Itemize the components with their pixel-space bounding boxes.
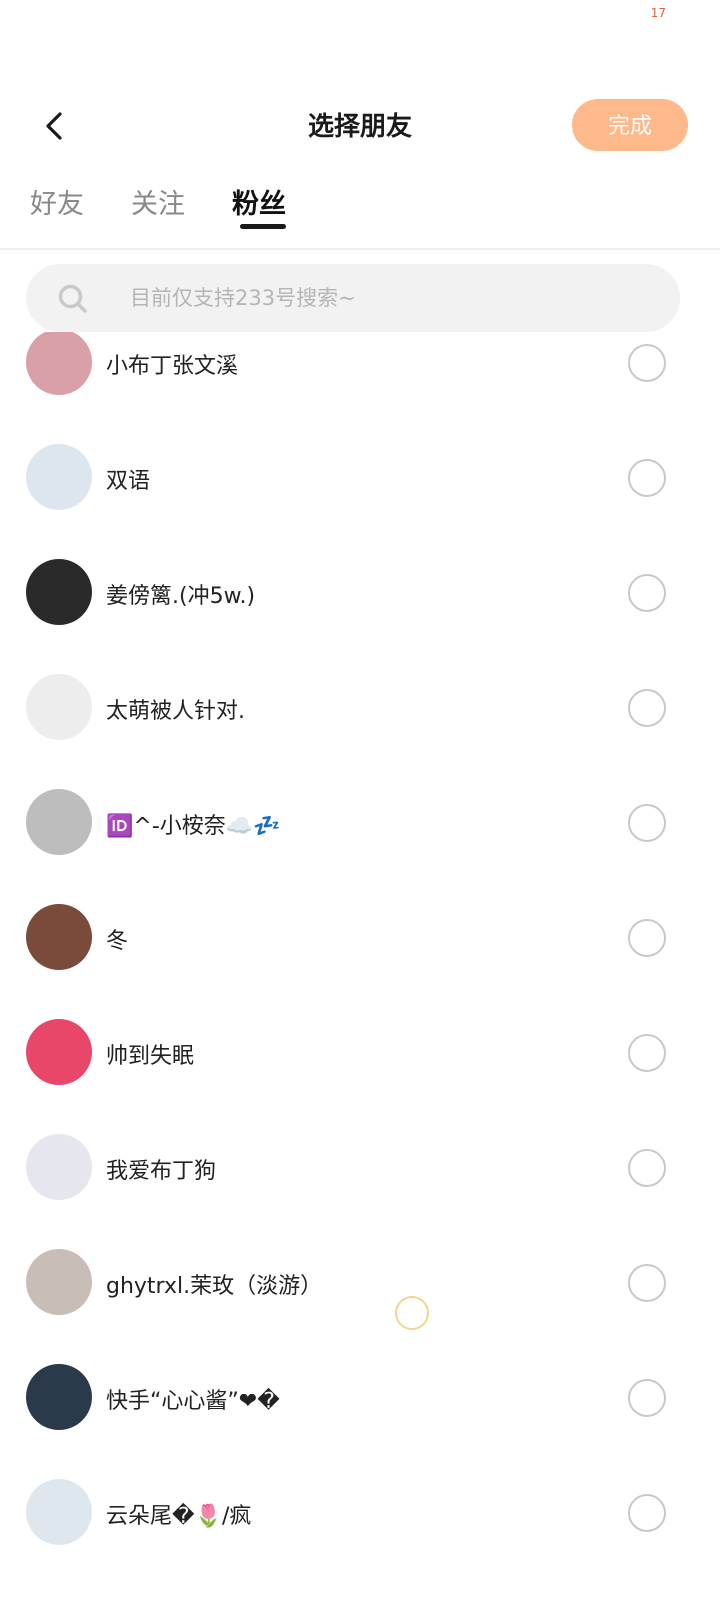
- select-radio-button[interactable]: [628, 804, 666, 842]
- avatar[interactable]: [26, 332, 92, 395]
- avatar[interactable]: [26, 1249, 92, 1315]
- avatar[interactable]: [26, 789, 92, 855]
- list-item[interactable]: 太萌被人针对.: [0, 649, 720, 764]
- select-radio-button[interactable]: [628, 1379, 666, 1417]
- avatar[interactable]: [26, 444, 92, 510]
- status-time: 17: [650, 6, 666, 20]
- list-item[interactable]: 小布丁张文溪: [0, 332, 720, 419]
- tab-friends[interactable]: 好友: [30, 182, 84, 221]
- select-radio-button[interactable]: [628, 689, 666, 727]
- select-radio-button[interactable]: [628, 1264, 666, 1302]
- list-item[interactable]: 双语: [0, 419, 720, 534]
- select-radio-button[interactable]: [628, 919, 666, 957]
- friend-name: 云朵尾�🌷/疯: [106, 1504, 252, 1529]
- select-radio-button[interactable]: [628, 1494, 666, 1532]
- avatar[interactable]: [26, 674, 92, 740]
- list-item[interactable]: ghytrxl.茉玫（淡游）: [0, 1224, 720, 1339]
- friend-name: 姜傍篱.(冲5w.): [106, 584, 256, 609]
- friend-name: 小布丁张文溪: [106, 354, 239, 379]
- friend-list-content: 小布丁张文溪 双语 姜傍篱.(冲5w.) 太萌被人针对. 🆔^-小桉奈☁️💤 冬…: [0, 332, 720, 1569]
- tab-fans[interactable]: 粉丝: [232, 182, 286, 221]
- friend-name: ghytrxl.茉玫（淡游）: [106, 1274, 323, 1299]
- select-radio-button[interactable]: [628, 1034, 666, 1072]
- select-radio-button[interactable]: [628, 459, 666, 497]
- list-item[interactable]: 帅到失眠: [0, 994, 720, 1109]
- done-button[interactable]: 完成: [572, 99, 688, 151]
- list-item[interactable]: 快手“心心酱”❤�: [0, 1339, 720, 1454]
- select-friends-screen: 17 选择朋友 完成 好友 关注 粉丝 目前仅支持233号搜索~ 小布丁张文溪 …: [0, 0, 720, 1600]
- list-item[interactable]: 冬: [0, 879, 720, 994]
- friend-name: 快手“心心酱”❤�: [106, 1389, 280, 1414]
- friend-name: 双语: [106, 469, 151, 494]
- list-item[interactable]: 姜傍篱.(冲5w.): [0, 534, 720, 649]
- tab-bar: 好友 关注 粉丝: [0, 176, 720, 250]
- search-input[interactable]: 目前仅支持233号搜索~: [26, 264, 680, 332]
- friend-name: 太萌被人针对.: [106, 699, 245, 724]
- avatar[interactable]: [26, 1364, 92, 1430]
- touch-indicator: [395, 1296, 429, 1330]
- avatar[interactable]: [26, 559, 92, 625]
- select-radio-button[interactable]: [628, 574, 666, 612]
- avatar[interactable]: [26, 1479, 92, 1545]
- search-icon: [58, 284, 87, 313]
- nav-bar: 选择朋友 完成: [0, 96, 720, 156]
- tab-following[interactable]: 关注: [131, 182, 185, 221]
- select-radio-button[interactable]: [628, 1149, 666, 1187]
- friend-name: 我爱布丁狗: [106, 1159, 217, 1184]
- status-bar: 17: [0, 0, 720, 40]
- friend-name: 帅到失眠: [106, 1044, 195, 1069]
- list-item[interactable]: 🆔^-小桉奈☁️💤: [0, 764, 720, 879]
- select-radio-button[interactable]: [628, 344, 666, 382]
- search-placeholder: 目前仅支持233号搜索~: [130, 286, 356, 310]
- active-tab-indicator: [240, 224, 286, 229]
- avatar[interactable]: [26, 904, 92, 970]
- friend-list[interactable]: 小布丁张文溪 双语 姜傍篱.(冲5w.) 太萌被人针对. 🆔^-小桉奈☁️💤 冬…: [0, 332, 720, 1600]
- list-item[interactable]: 云朵尾�🌷/疯: [0, 1454, 720, 1569]
- list-item[interactable]: 我爱布丁狗: [0, 1109, 720, 1224]
- friend-name: 🆔^-小桉奈☁️💤: [106, 814, 281, 839]
- avatar[interactable]: [26, 1019, 92, 1085]
- avatar[interactable]: [26, 1134, 92, 1200]
- friend-name: 冬: [106, 929, 129, 954]
